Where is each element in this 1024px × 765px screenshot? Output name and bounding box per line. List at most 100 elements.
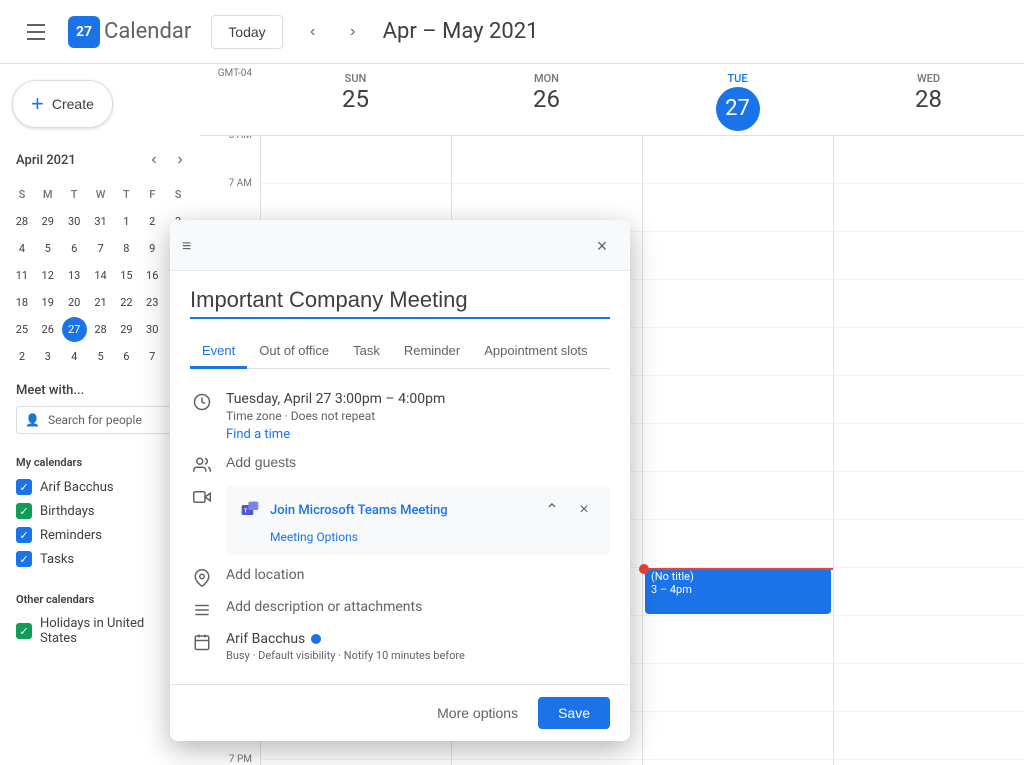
- today-button[interactable]: Today: [211, 15, 282, 49]
- location-icon: [190, 569, 214, 587]
- mini-cal-day[interactable]: 4: [62, 344, 87, 369]
- mini-cal-day[interactable]: 29: [36, 209, 60, 234]
- mini-cal-day[interactable]: 7: [89, 236, 113, 261]
- plus-icon: +: [31, 91, 44, 117]
- day-num-tue: 27: [716, 87, 760, 131]
- mini-cal-day[interactable]: 2: [10, 344, 34, 369]
- event-create-modal: ≡ × Event Out of office Task Reminder Ap…: [170, 220, 630, 741]
- day-header-sun[interactable]: SUN 25: [260, 64, 451, 135]
- modal-close-button[interactable]: ×: [586, 230, 618, 262]
- mini-cal-day[interactable]: 2: [140, 209, 164, 234]
- mini-cal-day[interactable]: 9: [140, 236, 164, 261]
- teams-collapse-button[interactable]: ⌃: [538, 496, 566, 524]
- mini-cal-day[interactable]: 21: [89, 290, 113, 315]
- datetime-row: Tuesday, April 27 3:00pm – 4:00pm Time z…: [190, 385, 610, 448]
- event-type-tabs: Event Out of office Task Reminder Appoin…: [190, 335, 610, 369]
- weekday-header-f: F: [140, 182, 164, 207]
- more-options-button[interactable]: More options: [425, 697, 530, 729]
- add-guests-input[interactable]: [226, 454, 610, 470]
- weekday-header-s2: S: [166, 182, 190, 207]
- mini-cal-day[interactable]: 20: [62, 290, 87, 315]
- mini-cal-day[interactable]: 12: [36, 263, 60, 288]
- day-headers: GMT-04 SUN 25 MON 26 TUE 27 WED 28: [200, 64, 1024, 136]
- mini-cal-day[interactable]: 22: [114, 290, 138, 315]
- day-header-tue[interactable]: TUE 27: [642, 64, 833, 135]
- mini-cal-day[interactable]: 15: [114, 263, 138, 288]
- meeting-options-link[interactable]: Meeting Options: [270, 530, 358, 544]
- nav-arrows: ‹ ›: [295, 14, 371, 50]
- mini-cal-day[interactable]: 19: [36, 290, 60, 315]
- mini-cal-day[interactable]: 7: [140, 344, 164, 369]
- hamburger-menu[interactable]: [16, 12, 56, 52]
- day-name-wed: WED: [833, 72, 1024, 85]
- save-button[interactable]: Save: [538, 697, 610, 729]
- mini-cal-day[interactable]: 1: [114, 209, 138, 234]
- mini-cal-day-today[interactable]: 27: [62, 317, 87, 342]
- location-content[interactable]: Add location: [226, 567, 610, 583]
- tab-reminder[interactable]: Reminder: [392, 335, 472, 369]
- calendar-name-tasks: Tasks: [40, 552, 74, 567]
- mini-cal-day[interactable]: 30: [62, 209, 87, 234]
- calendar-checkbox-birthdays[interactable]: ✓: [16, 503, 32, 519]
- description-icon: [190, 601, 214, 619]
- mini-cal-day[interactable]: 30: [140, 317, 164, 342]
- calendar-checkbox-holidays[interactable]: ✓: [16, 623, 32, 639]
- calendar-name-birthdays: Birthdays: [40, 504, 95, 519]
- calendar-checkbox-arif[interactable]: ✓: [16, 479, 32, 495]
- event-title-input[interactable]: [190, 287, 610, 319]
- mini-cal-day[interactable]: 18: [10, 290, 34, 315]
- add-location-text[interactable]: Add location: [226, 567, 304, 583]
- tab-out-of-office[interactable]: Out of office: [247, 335, 341, 369]
- mini-cal-day[interactable]: 26: [36, 317, 60, 342]
- mini-cal-day[interactable]: 3: [36, 344, 60, 369]
- mini-cal-day[interactable]: 5: [36, 236, 60, 261]
- modal-topbar: ≡ ×: [170, 220, 630, 271]
- mini-cal-day[interactable]: 25: [10, 317, 34, 342]
- owner-content: Arif Bacchus Busy · Default visibility ·…: [226, 631, 610, 662]
- mini-cal-day[interactable]: 13: [62, 263, 87, 288]
- create-button[interactable]: + Create: [12, 80, 113, 128]
- weekday-header-t: T: [62, 182, 87, 207]
- add-description-text[interactable]: Add description or attachments: [226, 599, 422, 615]
- mini-cal-day[interactable]: 6: [62, 236, 87, 261]
- header-date-range: Apr – May 2021: [383, 19, 1008, 44]
- mini-cal-day[interactable]: 8: [114, 236, 138, 261]
- mini-cal-prev[interactable]: ‹: [142, 148, 166, 172]
- mini-cal-day[interactable]: 5: [89, 344, 113, 369]
- calendar-checkbox-tasks[interactable]: ✓: [16, 551, 32, 567]
- nav-next-button[interactable]: ›: [335, 14, 371, 50]
- nav-prev-button[interactable]: ‹: [295, 14, 331, 50]
- mini-cal-day[interactable]: 4: [10, 236, 34, 261]
- day-col-tue[interactable]: (No title) 3 – 4pm: [642, 136, 833, 765]
- day-header-wed[interactable]: WED 28: [833, 64, 1024, 135]
- teams-header: T Join Microsoft Teams Meeting ⌃ ×: [238, 496, 598, 524]
- owner-meta: Busy · Default visibility · Notify 10 mi…: [226, 649, 610, 662]
- mini-cal-day[interactable]: 31: [89, 209, 113, 234]
- mini-cal-day[interactable]: 14: [89, 263, 113, 288]
- mini-cal-day[interactable]: 16: [140, 263, 164, 288]
- find-time-link[interactable]: Find a time: [226, 427, 290, 442]
- tab-appointment-slots[interactable]: Appointment slots: [472, 335, 599, 369]
- day-header-mon[interactable]: MON 26: [451, 64, 642, 135]
- time-label-6am: 6 AM: [200, 136, 260, 178]
- mini-cal-day[interactable]: 28: [89, 317, 113, 342]
- tab-task[interactable]: Task: [341, 335, 392, 369]
- teams-remove-button[interactable]: ×: [570, 496, 598, 524]
- calendar-checkbox-reminders[interactable]: ✓: [16, 527, 32, 543]
- mini-cal-day[interactable]: 6: [114, 344, 138, 369]
- mini-cal-day[interactable]: 23: [140, 290, 164, 315]
- mini-cal-day[interactable]: 28: [10, 209, 34, 234]
- day-col-wed[interactable]: [833, 136, 1024, 765]
- tab-event[interactable]: Event: [190, 335, 247, 369]
- search-people-input[interactable]: 👤 Search for people: [16, 406, 184, 434]
- mini-cal-day[interactable]: 29: [114, 317, 138, 342]
- mini-cal-day[interactable]: 11: [10, 263, 34, 288]
- modal-footer: More options Save: [170, 684, 630, 741]
- event-block[interactable]: (No title) 3 – 4pm: [645, 568, 831, 614]
- mini-cal-next[interactable]: ›: [168, 148, 192, 172]
- description-content[interactable]: Add description or attachments: [226, 599, 610, 615]
- datetime-text[interactable]: Tuesday, April 27 3:00pm – 4:00pm: [226, 391, 610, 407]
- teams-actions: ⌃ ×: [538, 496, 598, 524]
- teams-title-row: T Join Microsoft Teams Meeting: [238, 498, 448, 522]
- join-teams-link[interactable]: Join Microsoft Teams Meeting: [270, 503, 448, 518]
